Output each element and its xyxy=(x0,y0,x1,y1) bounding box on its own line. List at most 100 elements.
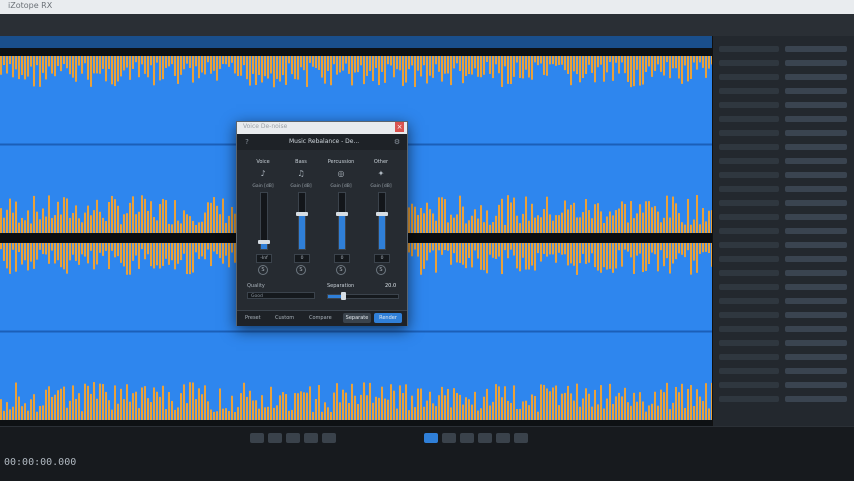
dialog-titlebar[interactable]: Voice De-noise × xyxy=(237,122,407,134)
close-icon[interactable]: × xyxy=(395,122,404,132)
waveform-peak xyxy=(474,243,476,251)
waveform-peak xyxy=(42,243,44,255)
waveform-peak xyxy=(402,393,404,420)
compare-button[interactable]: Compare xyxy=(309,315,332,321)
waveform-peak xyxy=(0,208,2,233)
waveform-peak xyxy=(429,243,431,253)
module-list-item[interactable] xyxy=(785,186,847,192)
other-gain-fader[interactable] xyxy=(376,192,388,250)
other-gain-value[interactable]: 0 xyxy=(374,254,390,263)
zoom-button[interactable] xyxy=(442,433,456,443)
waveform-peak xyxy=(660,222,662,233)
bass-solo-icon[interactable]: S xyxy=(296,265,306,275)
waveform-peak xyxy=(39,219,41,233)
waveform-peak xyxy=(537,243,539,254)
module-list-item[interactable] xyxy=(785,158,847,164)
module-list-item[interactable] xyxy=(785,102,847,108)
module-list-item[interactable] xyxy=(785,74,847,80)
bass-gain-fader[interactable] xyxy=(296,192,308,250)
separation-slider-handle[interactable] xyxy=(341,292,347,300)
waveform-peak xyxy=(462,206,464,233)
waveform-peak xyxy=(93,56,95,74)
waveform-peak xyxy=(675,386,677,420)
percussion-solo-icon[interactable]: S xyxy=(336,265,346,275)
separate-button[interactable]: Separate xyxy=(343,313,371,323)
voice-solo-icon[interactable]: S xyxy=(258,265,268,275)
waveform-peak xyxy=(60,214,62,233)
waveform-peak xyxy=(420,243,422,275)
module-list-item[interactable] xyxy=(785,368,847,374)
module-list-item[interactable] xyxy=(785,214,847,220)
waveform-peak xyxy=(15,382,17,420)
waveform-peak xyxy=(99,383,101,420)
waveform-peak xyxy=(66,56,68,69)
waveform-peak xyxy=(93,382,95,420)
waveform-peak xyxy=(705,221,707,233)
waveform-peak xyxy=(147,398,149,420)
brush-tool-button[interactable] xyxy=(496,433,510,443)
module-list-item[interactable] xyxy=(785,298,847,304)
module-list-item[interactable] xyxy=(785,228,847,234)
module-list-item[interactable] xyxy=(785,354,847,360)
module-list-item[interactable] xyxy=(785,172,847,178)
waveform-peak xyxy=(21,217,23,233)
voice-gain-value[interactable]: -Inf xyxy=(256,254,272,263)
loop-button[interactable] xyxy=(424,433,438,443)
pause-button[interactable] xyxy=(304,433,318,443)
module-list-item[interactable] xyxy=(785,46,847,52)
module-list-item[interactable] xyxy=(785,326,847,332)
separation-slider[interactable] xyxy=(327,292,399,300)
module-list-item[interactable] xyxy=(785,200,847,206)
time-ruler[interactable] xyxy=(0,36,712,48)
percussion-gain-value[interactable]: 0 xyxy=(334,254,350,263)
waveform-peak xyxy=(363,56,365,85)
module-list-item[interactable] xyxy=(785,144,847,150)
waveform-peak xyxy=(594,56,596,83)
gear-icon[interactable]: ⚙ xyxy=(393,138,401,146)
waveform-peak xyxy=(678,392,680,420)
module-list-item[interactable] xyxy=(785,382,847,388)
voice-gain-fader[interactable] xyxy=(258,192,270,250)
select-tool-button[interactable] xyxy=(478,433,492,443)
module-list-item[interactable] xyxy=(785,242,847,248)
render-button[interactable]: Render xyxy=(374,313,402,323)
waveform-peak xyxy=(177,243,179,264)
bass-gain-value[interactable]: 0 xyxy=(294,254,310,263)
module-list-item[interactable] xyxy=(785,396,847,402)
help-icon[interactable]: ? xyxy=(243,138,251,146)
module-list-item[interactable] xyxy=(785,130,847,136)
rewind-button[interactable] xyxy=(250,433,264,443)
waveform-peak xyxy=(306,56,308,87)
waveform-peak xyxy=(525,196,527,233)
waveform-peak xyxy=(657,211,659,233)
quality-select[interactable]: Good xyxy=(247,292,315,299)
play-button[interactable] xyxy=(286,433,300,443)
module-list-item[interactable] xyxy=(785,88,847,94)
record-button[interactable] xyxy=(322,433,336,443)
module-list-item[interactable] xyxy=(785,256,847,262)
module-list-item[interactable] xyxy=(785,116,847,122)
waveform-peak xyxy=(414,243,416,250)
waveform-peak xyxy=(630,405,632,420)
stop-button[interactable] xyxy=(268,433,282,443)
waveform-peak xyxy=(588,210,590,233)
module-list-item[interactable] xyxy=(785,340,847,346)
module-list-item[interactable] xyxy=(785,284,847,290)
other-solo-icon[interactable]: S xyxy=(376,265,386,275)
waveform-peak xyxy=(636,213,638,233)
separation-value[interactable]: 20.0 xyxy=(385,283,396,289)
presets-label[interactable]: Preset xyxy=(245,315,261,321)
percussion-gain-fader[interactable] xyxy=(336,192,348,250)
preset-select[interactable]: Custom xyxy=(275,315,294,321)
lasso-tool-button[interactable] xyxy=(514,433,528,443)
snap-button[interactable] xyxy=(460,433,474,443)
module-list-item[interactable] xyxy=(785,312,847,318)
module-list-item[interactable] xyxy=(785,60,847,66)
module-list-item[interactable] xyxy=(785,270,847,276)
waveform-peak xyxy=(450,407,452,420)
waveform-peak xyxy=(102,384,104,420)
waveform-peak xyxy=(567,209,569,233)
module-list-meter xyxy=(719,284,779,290)
waveform-peak xyxy=(204,212,206,233)
waveform-peak xyxy=(681,383,683,420)
